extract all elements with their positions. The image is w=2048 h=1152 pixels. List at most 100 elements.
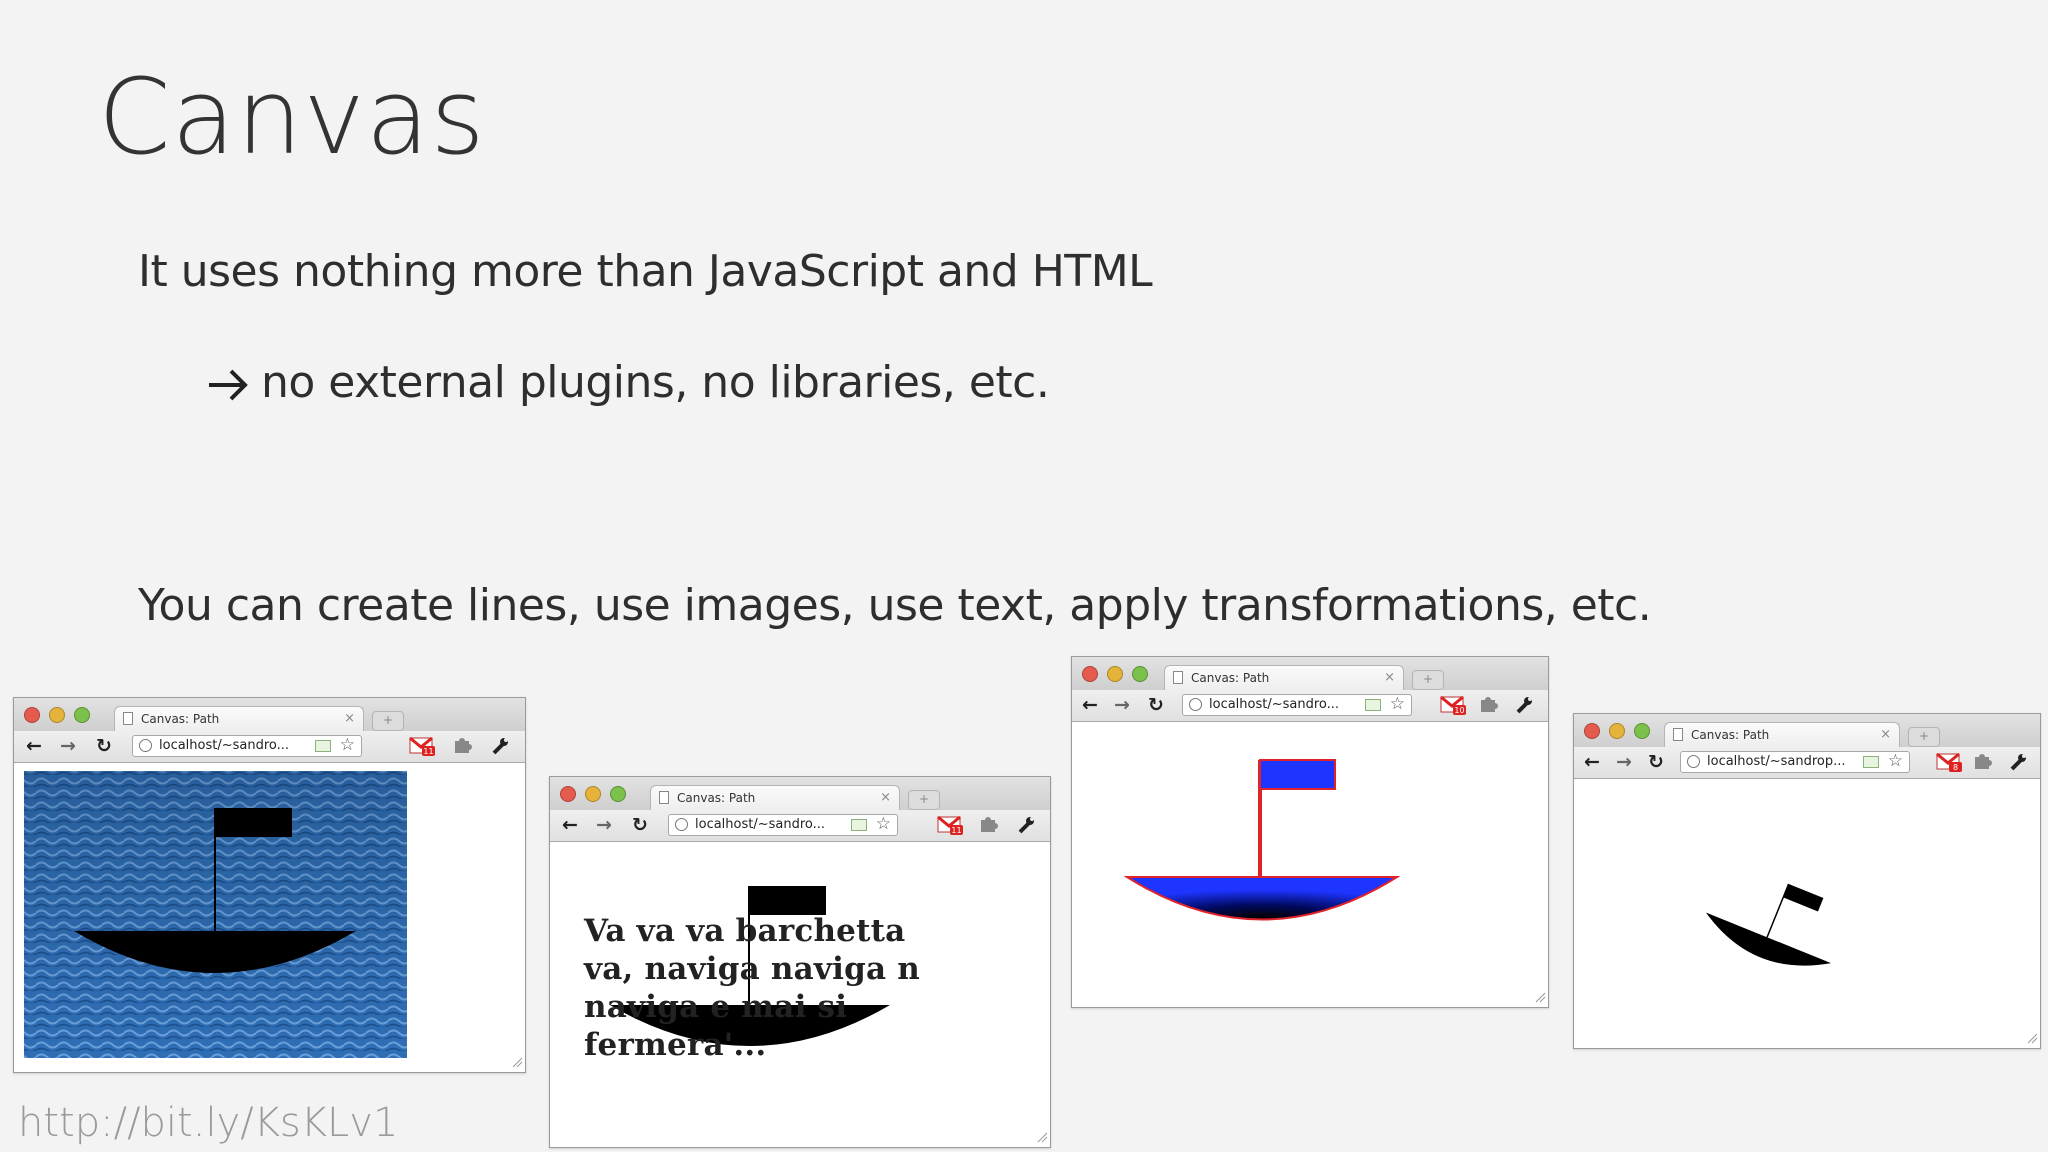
reload-icon[interactable]: ↻: [96, 735, 112, 757]
close-window-icon[interactable]: [560, 786, 576, 802]
minimize-window-icon[interactable]: [1609, 723, 1625, 739]
address-text: localhost/~sandro...: [159, 738, 290, 753]
wrench-icon[interactable]: [1514, 695, 1534, 715]
browser-tab[interactable]: Canvas: Path ×: [1664, 722, 1900, 747]
address-text: localhost/~sandro...: [1209, 697, 1340, 712]
browser-window-gradient: Canvas: Path × + ← → ↻ localhost/~sandro…: [1071, 656, 1549, 1008]
browser-tab[interactable]: Canvas: Path ×: [114, 706, 364, 731]
arrow-right-icon: [209, 369, 248, 401]
back-icon[interactable]: ←: [1082, 694, 1098, 716]
minimize-window-icon[interactable]: [585, 786, 601, 802]
window-controls: [560, 786, 626, 802]
resize-grip-icon[interactable]: [1036, 1131, 1048, 1143]
gmail-icon[interactable]: 10: [1440, 695, 1466, 715]
reload-icon[interactable]: ↻: [1648, 751, 1664, 773]
new-tab-button[interactable]: +: [372, 711, 404, 731]
back-icon[interactable]: ←: [26, 735, 42, 757]
browser-tab[interactable]: Canvas: Path ×: [1164, 665, 1404, 690]
page-content: Va va va barchetta va, naviga naviga n n…: [550, 842, 1050, 1145]
bookmark-star-icon[interactable]: ☆: [876, 815, 891, 834]
tab-close-icon[interactable]: ×: [344, 707, 355, 731]
globe-icon: [139, 739, 152, 752]
rss-icon[interactable]: [1863, 756, 1879, 768]
globe-icon: [1687, 755, 1700, 768]
tab-bar: Canvas: Path × +: [1574, 714, 2040, 747]
browser-tab[interactable]: Canvas: Path ×: [650, 785, 900, 810]
zoom-window-icon[interactable]: [1132, 666, 1148, 682]
source-url: http://bit.ly/KsKLv1: [18, 1100, 399, 1146]
new-tab-button[interactable]: +: [908, 790, 940, 810]
gmail-icon[interactable]: 8: [1936, 752, 1962, 772]
new-tab-button[interactable]: +: [1412, 670, 1444, 690]
zoom-window-icon[interactable]: [74, 707, 90, 723]
tab-title: Canvas: Path: [1191, 671, 1270, 685]
bookmark-star-icon[interactable]: ☆: [1390, 695, 1405, 714]
tab-title: Canvas: Path: [677, 791, 756, 805]
wrench-icon[interactable]: [1016, 815, 1036, 835]
minimize-window-icon[interactable]: [1107, 666, 1123, 682]
forward-icon[interactable]: →: [596, 814, 612, 836]
slide-title: Canvas: [98, 56, 486, 178]
back-icon[interactable]: ←: [562, 814, 578, 836]
reload-icon[interactable]: ↻: [1148, 694, 1164, 716]
address-text: localhost/~sandro...: [695, 817, 826, 832]
gmail-badge: 8: [1953, 763, 1958, 772]
resize-grip-icon[interactable]: [1534, 991, 1546, 1003]
resize-grip-icon[interactable]: [2026, 1032, 2038, 1044]
boat-hull: [1123, 876, 1401, 921]
page-icon: [123, 712, 133, 725]
forward-icon[interactable]: →: [1114, 694, 1130, 716]
bookmark-star-icon[interactable]: ☆: [340, 736, 355, 755]
forward-icon[interactable]: →: [60, 735, 76, 757]
globe-icon: [1189, 698, 1202, 711]
close-window-icon[interactable]: [1082, 666, 1098, 682]
extension-icon[interactable]: [1972, 752, 1994, 772]
close-window-icon[interactable]: [24, 707, 40, 723]
wrench-icon[interactable]: [2008, 752, 2028, 772]
address-bar[interactable]: localhost/~sandro... ☆: [132, 735, 362, 757]
bullet-line-2: no external plugins, no libraries, etc.: [205, 357, 1050, 408]
canvas-gradient-boat: [1123, 759, 1401, 921]
gmail-icon[interactable]: 11: [937, 815, 963, 835]
reload-icon[interactable]: ↻: [632, 814, 648, 836]
resize-grip-icon[interactable]: [511, 1056, 523, 1068]
gmail-icon[interactable]: 11: [409, 736, 435, 756]
tab-title: Canvas: Path: [1691, 728, 1770, 742]
back-icon[interactable]: ←: [1584, 751, 1600, 773]
rss-icon[interactable]: [851, 819, 867, 831]
address-bar[interactable]: localhost/~sandro... ☆: [1182, 694, 1412, 716]
gmail-badge: 11: [423, 747, 433, 756]
extension-icon[interactable]: [452, 736, 474, 756]
bullet-line-3: You can create lines, use images, use te…: [138, 580, 1652, 631]
extension-icon[interactable]: [1478, 695, 1500, 715]
browser-window-text: Canvas: Path × + ← → ↻ localhost/~sandro…: [549, 776, 1051, 1148]
canvas-transformed-boat: [1705, 883, 1832, 966]
new-tab-button[interactable]: +: [1908, 727, 1940, 747]
boat-flag: [1783, 883, 1824, 912]
window-controls: [24, 707, 90, 723]
minimize-window-icon[interactable]: [49, 707, 65, 723]
forward-icon[interactable]: →: [1616, 751, 1632, 773]
tab-bar: Canvas: Path × +: [550, 777, 1050, 810]
bullet-line-1: It uses nothing more than JavaScript and…: [138, 246, 1153, 297]
zoom-window-icon[interactable]: [1634, 723, 1650, 739]
extension-icon[interactable]: [978, 815, 1000, 835]
tab-close-icon[interactable]: ×: [1384, 666, 1395, 690]
window-controls: [1082, 666, 1148, 682]
address-bar[interactable]: localhost/~sandrop... ☆: [1680, 751, 1910, 773]
tab-close-icon[interactable]: ×: [880, 786, 891, 810]
page-icon: [1673, 728, 1683, 741]
wrench-icon[interactable]: [490, 736, 510, 756]
close-window-icon[interactable]: [1584, 723, 1600, 739]
tab-bar: Canvas: Path × +: [1072, 657, 1548, 690]
bookmark-star-icon[interactable]: ☆: [1888, 752, 1903, 771]
tab-close-icon[interactable]: ×: [1880, 723, 1891, 747]
rss-icon[interactable]: [1365, 699, 1381, 711]
boat-flag: [215, 808, 292, 837]
rss-icon[interactable]: [315, 740, 331, 752]
browser-toolbar: ← → ↻ localhost/~sandro... ☆ 11: [14, 731, 525, 763]
zoom-window-icon[interactable]: [610, 786, 626, 802]
page-icon: [1173, 671, 1183, 684]
address-bar[interactable]: localhost/~sandro... ☆: [668, 814, 898, 836]
tab-title: Canvas: Path: [141, 712, 220, 726]
